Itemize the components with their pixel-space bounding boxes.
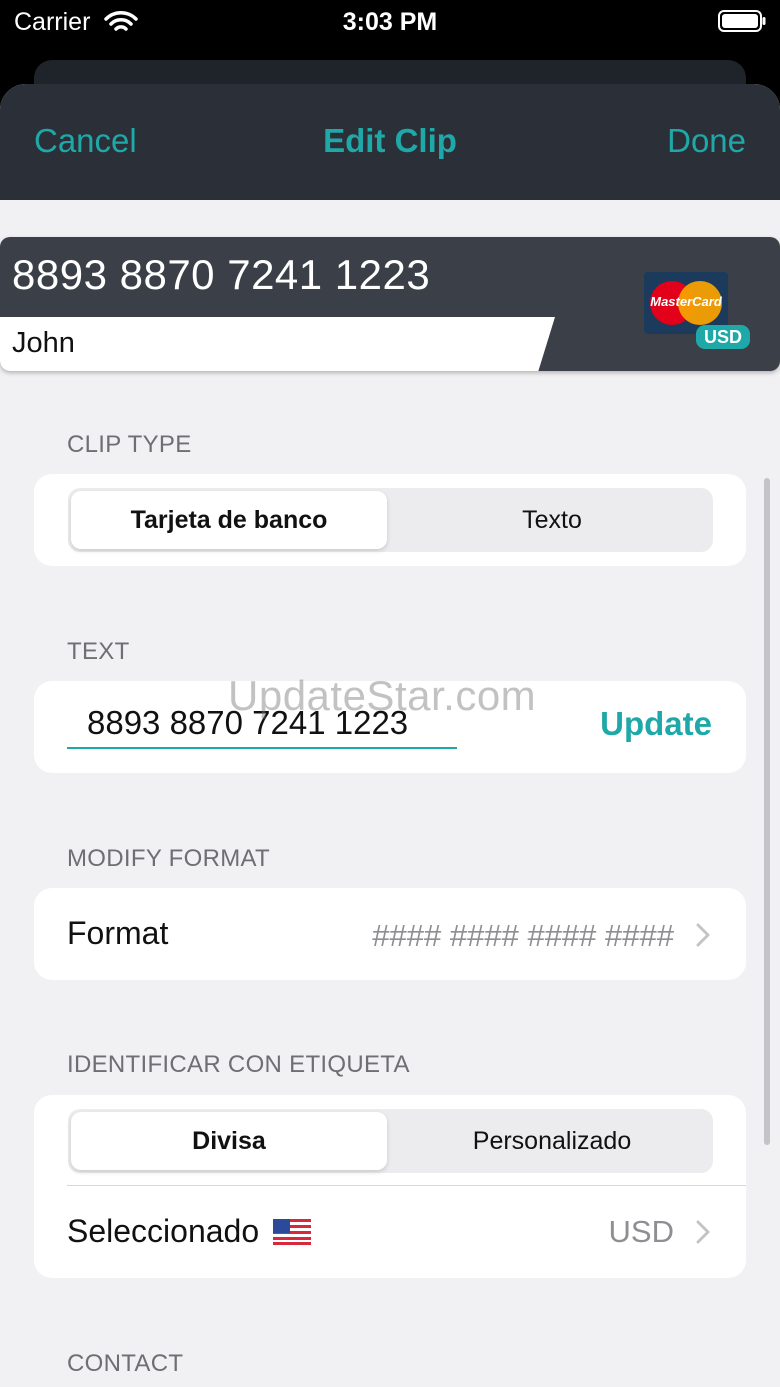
chevron-right-icon [696, 1220, 710, 1244]
clip-text-input[interactable] [67, 699, 457, 749]
battery-icon [718, 10, 766, 32]
done-button[interactable]: Done [667, 122, 746, 160]
cancel-button[interactable]: Cancel [34, 122, 137, 160]
selected-currency-row[interactable]: Seleccionado USD [34, 1186, 746, 1278]
segment-personalizado[interactable]: Personalizado [394, 1112, 710, 1170]
edit-clip-sheet: Cancel Edit Clip Done 8893 8870 7241 122… [0, 84, 780, 1387]
navigation-bar: Cancel Edit Clip Done [0, 84, 780, 200]
card-preview[interactable]: 8893 8870 7241 1223 John MasterCard USD [0, 237, 780, 371]
tag-panel: Divisa Personalizado Seleccionado USD [34, 1095, 746, 1278]
segment-divisa[interactable]: Divisa [71, 1112, 387, 1170]
chevron-right-icon [696, 923, 710, 947]
format-label: Format [67, 915, 169, 951]
clip-type-header: CLIP TYPE [67, 431, 192, 458]
format-value: #### #### #### #### [372, 918, 674, 953]
status-bar: Carrier 3:03 PM [0, 0, 780, 60]
contact-header: CONTACT [67, 1350, 184, 1377]
selected-currency-value: USD [608, 1214, 674, 1249]
modify-format-header: MODIFY FORMAT [67, 845, 271, 872]
selected-label-group: Seleccionado [67, 1213, 312, 1250]
scrollbar[interactable] [764, 478, 770, 1145]
clip-type-segmented-control: Tarjeta de banco Texto [68, 488, 713, 552]
update-button[interactable]: Update [600, 705, 712, 743]
tag-header: IDENTIFICAR CON ETIQUETA [67, 1051, 410, 1078]
clip-type-panel: Tarjeta de banco Texto [34, 474, 746, 566]
card-holder-name: John [12, 327, 75, 359]
selected-label: Seleccionado [67, 1213, 260, 1249]
card-number: 8893 8870 7241 1223 [12, 251, 431, 298]
currency-badge: USD [696, 325, 750, 349]
format-row[interactable]: Format #### #### #### #### [34, 888, 746, 980]
us-flag-icon [273, 1219, 312, 1245]
status-time: 3:03 PM [342, 8, 438, 36]
text-panel: Update [34, 681, 746, 773]
card-name-strip [0, 317, 555, 371]
segment-tarjeta-de-banco[interactable]: Tarjeta de banco [71, 491, 387, 549]
mastercard-logo-text: MasterCard [650, 294, 722, 309]
segment-texto[interactable]: Texto [394, 491, 710, 549]
tag-segmented-control: Divisa Personalizado [68, 1109, 713, 1173]
text-header: TEXT [67, 638, 130, 665]
